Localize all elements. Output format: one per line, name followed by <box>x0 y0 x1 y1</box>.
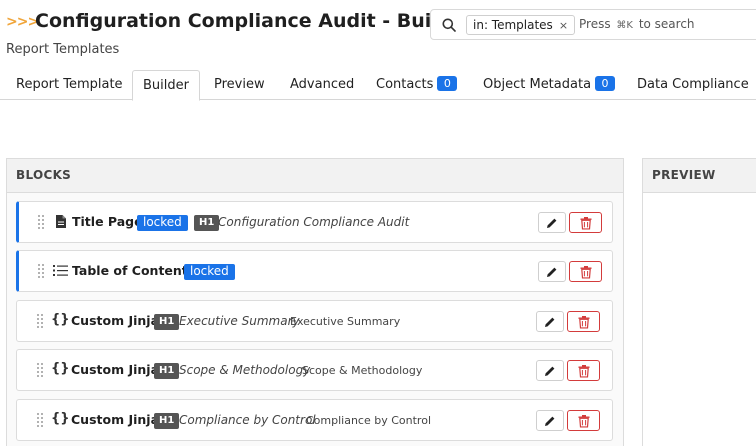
edit-block-button[interactable] <box>538 212 566 233</box>
search-bar[interactable]: in: Templates × Press ⌘K to search <box>430 9 756 40</box>
pencil-icon <box>545 366 555 376</box>
block-name: Custom Jinja <box>71 362 160 377</box>
block-description: Scope & Methodology <box>302 364 423 377</box>
drag-handle-icon[interactable] <box>37 314 43 328</box>
block-description: Compliance by Control <box>306 414 431 427</box>
tab-label: Data Compliance <box>637 77 749 92</box>
keyboard-shortcut: ⌘K <box>616 20 633 31</box>
search-icon <box>442 18 456 32</box>
edit-block-button[interactable] <box>536 410 564 431</box>
delete-block-button[interactable] <box>567 311 600 332</box>
drag-handle-icon[interactable] <box>38 264 44 278</box>
page-header: >>> Configuration Compliance Audit - Bui… <box>0 0 756 110</box>
document-icon <box>56 215 66 228</box>
block-heading: Scope & Methodology <box>179 363 311 377</box>
chip-close-icon[interactable]: × <box>559 19 568 32</box>
page-title: Configuration Compliance Audit - Builder <box>35 10 474 32</box>
block-custom-jinja-compliance-by-control[interactable]: {} Custom Jinja H1 Compliance by Control… <box>16 399 613 441</box>
block-name: Custom Jinja <box>71 412 160 427</box>
edit-block-button[interactable] <box>536 311 564 332</box>
trash-icon <box>578 414 589 427</box>
tab-advanced[interactable]: Advanced <box>280 70 364 100</box>
search-hint: Press ⌘K to search <box>579 17 695 31</box>
heading-level-badge: H1 <box>154 413 180 429</box>
tab-label: Object Metadata <box>483 77 592 92</box>
tab-label: Report Template <box>16 77 123 92</box>
edit-block-button[interactable] <box>536 360 564 381</box>
search-hint-press: Press <box>579 17 611 31</box>
tab-bar: Report Template Builder Preview Advanced… <box>0 70 756 101</box>
pencil-icon <box>545 416 555 426</box>
tab-contacts[interactable]: Contacts 0 <box>366 70 467 100</box>
heading-level-badge: H1 <box>194 215 220 231</box>
drag-handle-icon[interactable] <box>37 413 43 427</box>
contacts-count-badge: 0 <box>437 76 458 91</box>
search-hint-suffix: to search <box>638 17 695 31</box>
block-custom-jinja-executive-summary[interactable]: {} Custom Jinja H1 Executive Summary Exe… <box>16 300 613 342</box>
block-title-page[interactable]: Title Page locked H1 Configuration Compl… <box>16 201 613 243</box>
block-heading: Compliance by Control <box>179 413 316 427</box>
blocks-panel-title: BLOCKS <box>7 159 623 193</box>
edit-block-button[interactable] <box>538 261 566 282</box>
block-heading: Executive Summary <box>179 314 300 328</box>
search-scope-chip[interactable]: in: Templates × <box>466 15 576 35</box>
blocks-panel: BLOCKS Title Page locked H1 Configuratio… <box>6 158 624 446</box>
trash-icon <box>580 216 591 229</box>
trash-icon <box>578 364 589 377</box>
breadcrumb-chevron-icon: >>> <box>6 14 39 30</box>
heading-level-badge: H1 <box>154 363 180 379</box>
tab-label: Preview <box>214 77 265 92</box>
delete-block-button[interactable] <box>569 212 602 233</box>
drag-handle-icon[interactable] <box>37 363 43 377</box>
braces-icon: {} <box>51 361 70 376</box>
block-description: Executive Summary <box>290 315 401 328</box>
heading-level-badge: H1 <box>154 314 180 330</box>
tab-data-compliance[interactable]: Data Compliance <box>627 70 756 100</box>
preview-panel: PREVIEW <box>642 158 756 446</box>
block-custom-jinja-scope-methodology[interactable]: {} Custom Jinja H1 Scope & Methodology S… <box>16 349 613 391</box>
block-heading: Configuration Compliance Audit <box>218 215 410 229</box>
list-icon <box>53 265 68 276</box>
block-name: Custom Jinja <box>71 313 160 328</box>
tab-object-metadata[interactable]: Object Metadata 0 <box>473 70 625 100</box>
pencil-icon <box>547 267 557 277</box>
breadcrumb-report-templates[interactable]: Report Templates <box>6 42 119 57</box>
block-name: Table of Contents <box>72 263 196 278</box>
tab-label: Contacts <box>376 77 434 92</box>
braces-icon: {} <box>51 411 70 426</box>
drag-handle-icon[interactable] <box>38 215 44 229</box>
tab-preview[interactable]: Preview <box>204 70 275 100</box>
object-metadata-count-badge: 0 <box>595 76 616 91</box>
search-scope-label: in: Templates <box>473 18 553 32</box>
locked-badge: locked <box>137 215 188 231</box>
pencil-icon <box>545 317 555 327</box>
block-table-of-contents[interactable]: Table of Contents locked <box>16 250 613 292</box>
block-name: Title Page <box>72 214 143 229</box>
delete-block-button[interactable] <box>567 360 600 381</box>
tab-label: Advanced <box>290 77 355 92</box>
pencil-icon <box>547 218 557 228</box>
delete-block-button[interactable] <box>569 261 602 282</box>
braces-icon: {} <box>51 312 70 327</box>
trash-icon <box>578 315 589 328</box>
tab-report-template[interactable]: Report Template <box>6 70 133 100</box>
locked-badge: locked <box>184 264 235 280</box>
delete-block-button[interactable] <box>567 410 600 431</box>
trash-icon <box>580 265 591 278</box>
tab-builder[interactable]: Builder <box>132 70 200 101</box>
tab-label: Builder <box>143 78 189 93</box>
preview-panel-title: PREVIEW <box>643 159 756 193</box>
